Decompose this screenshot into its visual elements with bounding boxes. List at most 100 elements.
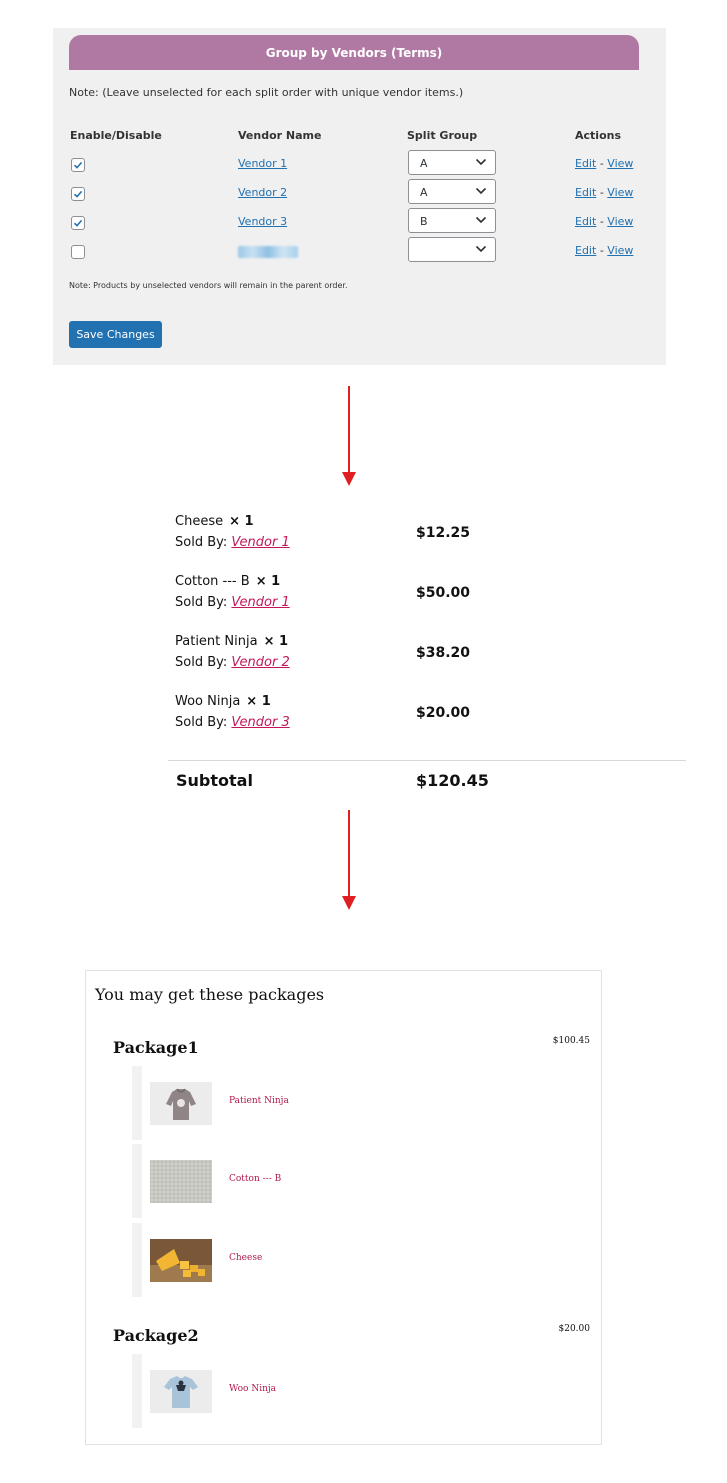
- vendor-link[interactable]: Vendor 1: [231, 595, 289, 610]
- subtotal-label: Subtotal: [176, 771, 253, 790]
- package-item: Patient Ninja: [132, 1066, 289, 1140]
- column-header-enable: Enable/Disable: [70, 129, 162, 142]
- view-link[interactable]: View: [607, 244, 633, 257]
- item-name-line: Patient Ninja × 1: [175, 634, 288, 649]
- vendor-group-settings-panel: Group by Vendors (Terms) Note: (Leave un…: [53, 28, 666, 365]
- item-name-line: Cotton --- B × 1: [175, 574, 280, 589]
- save-changes-button[interactable]: Save Changes: [69, 321, 162, 348]
- tshirt-image[interactable]: [150, 1370, 212, 1413]
- item-name-line: Woo Ninja × 1: [175, 694, 271, 709]
- edit-link[interactable]: Edit: [575, 215, 596, 228]
- subtotal-value: $120.45: [416, 771, 489, 790]
- vendor-link[interactable]: Vendor 3: [231, 715, 289, 730]
- checkmark-icon: [73, 219, 83, 227]
- package-name: Package2: [113, 1326, 199, 1345]
- row-actions: Edit - View: [575, 157, 633, 170]
- package-item: Cotton --- B: [132, 1144, 281, 1218]
- enable-checkbox[interactable]: [71, 216, 85, 230]
- package-item: Woo Ninja: [132, 1354, 276, 1428]
- action-separator: -: [599, 244, 604, 257]
- fabric-image[interactable]: [150, 1160, 212, 1203]
- item-bar: [132, 1144, 142, 1218]
- vendor-name-link[interactable]: Vendor 2: [238, 186, 287, 199]
- row-actions: Edit - View: [575, 244, 633, 257]
- item-name: Cheese: [175, 514, 224, 529]
- split-group-select[interactable]: B: [408, 208, 496, 233]
- action-separator: -: [599, 215, 604, 228]
- package-item: Cheese: [132, 1223, 262, 1297]
- bottom-note: Note: Products by unselected vendors wil…: [69, 281, 348, 290]
- vendor-row: Edit - View: [53, 237, 666, 269]
- item-quantity: × 1: [229, 514, 254, 529]
- package-item-link[interactable]: Patient Ninja: [229, 1096, 289, 1106]
- cart-line-item: Patient Ninja × 1 Sold By: Vendor 2 $38.2…: [175, 634, 635, 678]
- sold-by-label: Sold By:: [175, 535, 228, 550]
- view-link[interactable]: View: [607, 186, 633, 199]
- item-name: Woo Ninja: [175, 694, 241, 709]
- arrow-down-icon: [342, 386, 356, 486]
- item-bar: [132, 1354, 142, 1428]
- package-name: Package1: [113, 1038, 199, 1057]
- item-bar: [132, 1223, 142, 1297]
- split-group-select[interactable]: A: [408, 179, 496, 204]
- enable-checkbox[interactable]: [71, 158, 85, 172]
- chevron-down-icon: [475, 187, 487, 195]
- action-separator: -: [599, 186, 604, 199]
- cart-line-item: Cotton --- B × 1 Sold By: Vendor 1 $50.00: [175, 574, 635, 618]
- split-group-value: A: [420, 186, 428, 199]
- row-actions: Edit - View: [575, 215, 633, 228]
- column-header-vendor: Vendor Name: [238, 129, 322, 142]
- item-name-line: Cheese × 1: [175, 514, 254, 529]
- edit-link[interactable]: Edit: [575, 244, 596, 257]
- subtotal-divider: [168, 760, 686, 761]
- vendor-row: Vendor 3 B Edit - View: [53, 208, 666, 240]
- vendor-row: Vendor 1 A Edit - View: [53, 150, 666, 182]
- vendor-row: Vendor 2 A Edit - View: [53, 179, 666, 211]
- arrow-down-icon: [342, 810, 356, 910]
- item-quantity: × 1: [246, 694, 271, 709]
- action-separator: -: [599, 157, 604, 170]
- enable-checkbox[interactable]: [71, 187, 85, 201]
- view-link[interactable]: View: [607, 157, 633, 170]
- vendor-name-link-blurred[interactable]: [238, 246, 298, 258]
- sold-by-line: Sold By: Vendor 1: [175, 535, 290, 550]
- item-name: Patient Ninja: [175, 634, 258, 649]
- checkmark-icon: [73, 161, 83, 169]
- item-price: $12.25: [416, 525, 471, 541]
- item-price: $20.00: [416, 705, 471, 721]
- column-header-actions: Actions: [575, 129, 621, 142]
- cart-line-item: Cheese × 1 Sold By: Vendor 1 $12.25: [175, 514, 635, 558]
- top-note: Note: (Leave unselected for each split o…: [69, 86, 464, 99]
- split-group-value: A: [420, 157, 428, 170]
- chevron-down-icon: [475, 158, 487, 166]
- edit-link[interactable]: Edit: [575, 186, 596, 199]
- package-price: $20.00: [558, 1324, 591, 1334]
- package-item-link[interactable]: Cotton --- B: [229, 1174, 281, 1184]
- item-price: $50.00: [416, 585, 471, 601]
- view-link[interactable]: View: [607, 215, 633, 228]
- split-group-select[interactable]: [408, 237, 496, 262]
- sold-by-label: Sold By:: [175, 595, 228, 610]
- vendor-name-link[interactable]: Vendor 1: [238, 157, 287, 170]
- package-item-link[interactable]: Cheese: [229, 1253, 262, 1263]
- panel-header-title: Group by Vendors (Terms): [265, 45, 443, 60]
- sold-by-label: Sold By:: [175, 715, 228, 730]
- item-name: Cotton --- B: [175, 574, 250, 589]
- enable-checkbox[interactable]: [71, 245, 85, 259]
- package-price: $100.45: [552, 1036, 590, 1046]
- row-actions: Edit - View: [575, 186, 633, 199]
- column-header-split-group: Split Group: [407, 129, 478, 142]
- vendor-name-link[interactable]: Vendor 3: [238, 215, 287, 228]
- item-bar: [132, 1066, 142, 1140]
- item-price: $38.20: [416, 645, 471, 661]
- split-group-select[interactable]: A: [408, 150, 496, 175]
- sold-by-line: Sold By: Vendor 3: [175, 715, 290, 730]
- package-item-link[interactable]: Woo Ninja: [229, 1384, 276, 1394]
- cheese-image[interactable]: [150, 1239, 212, 1282]
- vendor-link[interactable]: Vendor 2: [231, 655, 289, 670]
- item-quantity: × 1: [263, 634, 289, 649]
- panel-header: Group by Vendors (Terms): [69, 35, 639, 70]
- vendor-link[interactable]: Vendor 1: [231, 535, 289, 550]
- edit-link[interactable]: Edit: [575, 157, 596, 170]
- hoodie-image[interactable]: [150, 1082, 212, 1125]
